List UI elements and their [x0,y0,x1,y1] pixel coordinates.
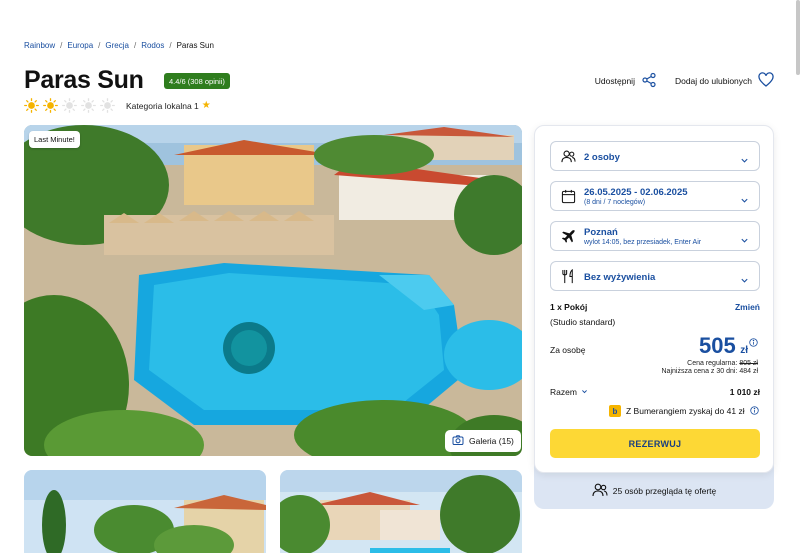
camera-icon [452,434,464,448]
room-type: (Studio standard) [550,317,616,327]
dates-duration: (8 dni / 7 noclegów) [584,198,646,206]
persons-value: 2 osoby [584,152,620,163]
gallery-label: Galeria (15) [469,436,514,446]
room-type-row: (Studio standard) [550,317,760,327]
departure-city: Poznań [584,226,618,238]
local-category: Kategoria lokalna 1 ★ [126,100,211,111]
per-person-label: Za osobę [550,345,586,355]
regular-price-label: Cena regularna: [687,360,738,367]
viewers-text: 25 osób przegląda tę ofertę [612,486,717,496]
price-currency: zł [740,345,748,356]
plane-icon [561,229,576,244]
share-button[interactable]: Udostępnij [595,72,657,90]
breadcrumb-item[interactable]: Rodos [141,41,164,50]
total-label: Razem [550,387,577,397]
persons-selector[interactable]: 2 osoby [550,141,760,171]
board-value: Bez wyżywienia [584,272,656,283]
share-label: Udostępnij [594,76,635,86]
rating-badge[interactable]: 4.4/6 (308 opinii) [164,73,230,89]
calendar-icon [561,189,576,204]
heart-icon [758,72,774,90]
board-selector[interactable]: Bez wyżywienia [550,261,760,291]
total-value: 1 010 zł [729,387,760,397]
reserve-button[interactable]: REZERWUJ [550,429,760,458]
chevron-down-icon [581,387,588,397]
bumerang-text: Z Bumerangiem zyskaj do 41 zł [626,406,745,416]
breadcrumb-current: Paras Sun [176,41,214,50]
favorite-button[interactable]: Dodaj do ulubionych [675,72,774,90]
sun-rating [24,98,115,113]
breadcrumb-separator: / [133,41,137,50]
header-actions: Udostępnij Dodaj do ulubionych [595,72,774,90]
regular-price-line: Cena regularna: 805 zł [662,360,758,367]
gallery-thumbnail[interactable] [280,470,522,553]
chevron-down-icon [740,272,749,283]
breadcrumb-separator: / [60,41,63,50]
change-room-link[interactable]: Zmień [735,302,760,312]
users-icon [592,482,608,500]
last-minute-badge: Last Minute! [29,131,80,148]
chevron-down-icon [740,152,749,163]
booking-panel: 2 osoby 26.05.2025 - 02.06.2025 (8 dni /… [534,125,774,473]
gallery-thumbnail[interactable] [24,470,266,553]
sun-icon-empty [81,98,96,113]
room-row: 1 x Pokój Zmień [550,302,760,312]
total-row: Razem 1 010 zł [550,387,760,397]
departure-selector[interactable]: Poznań wylot 14:05, bez przesiadek, Ente… [550,221,760,251]
breadcrumb-item[interactable]: Europa [67,41,93,50]
main-hotel-photo[interactable] [24,125,522,456]
breadcrumb: Rainbow / Europa / Grecja / Rodos / Para… [24,41,214,50]
sun-icon-filled [24,98,39,113]
breadcrumb-item[interactable]: Rainbow [24,41,55,50]
info-icon[interactable] [749,405,759,417]
breadcrumb-separator: / [169,41,172,50]
share-icon [641,72,657,90]
total-toggle[interactable]: Razem [550,387,588,397]
regular-price-value: 805 zł [739,360,758,367]
favorite-label: Dodaj do ulubionych [674,76,752,86]
price-value: 505 [699,333,736,358]
breadcrumb-item[interactable]: Grecja [105,41,129,50]
dates-selector[interactable]: 26.05.2025 - 02.06.2025 (8 dni / 7 nocle… [550,181,760,211]
sun-icon-empty [100,98,115,113]
scrollbar[interactable] [796,0,800,75]
users-icon [561,149,576,164]
bumerang-icon: b [609,405,621,417]
departure-details: wylot 14:05, bez przesiadek, Enter Air [584,238,702,246]
breadcrumb-separator: / [98,41,101,50]
local-category-label: Kategoria lokalna 1 [126,100,199,111]
dates-value: 26.05.2025 - 02.06.2025 [584,186,688,198]
star-icon: ★ [201,100,211,111]
cutlery-icon [561,268,576,284]
lowest-price-line: Najniższa cena z 30 dni: 484 zł [661,368,759,375]
page-title: Paras Sun [24,66,144,94]
chevron-down-icon [740,232,749,243]
sun-icon-empty [62,98,77,113]
sun-icon-filled [43,98,58,113]
gallery-button[interactable]: Galeria (15) [445,430,521,452]
price-block: 505 zł Cena regularna: 805 zł Najniższa … [662,333,759,375]
bumerang-promo: b Z Bumerangiem zyskaj do 41 zł [609,405,759,417]
room-count: 1 x Pokój [550,302,588,312]
chevron-down-icon [740,192,749,203]
